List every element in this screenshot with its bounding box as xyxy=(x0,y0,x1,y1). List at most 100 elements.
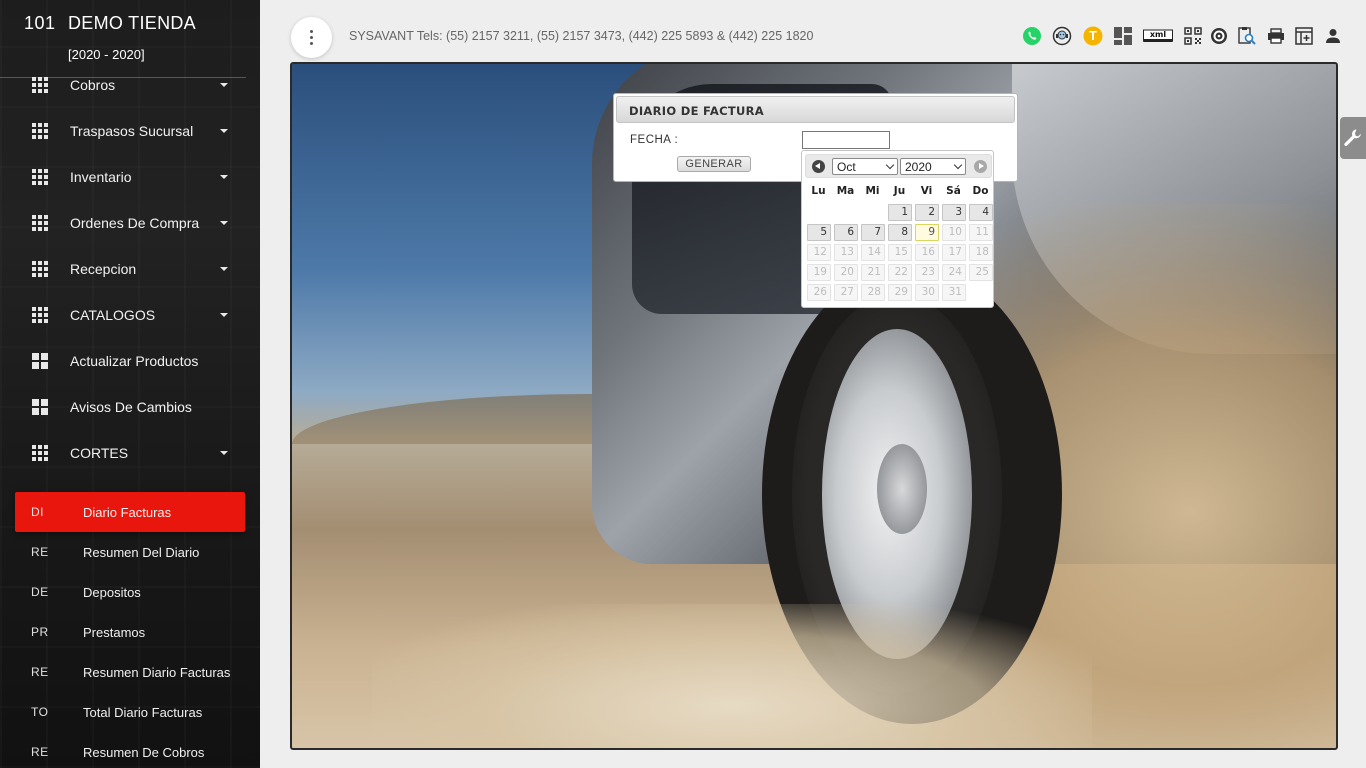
sidebar-item-inventario[interactable]: Inventario xyxy=(0,154,260,200)
month-value: Oct xyxy=(837,160,856,174)
support-agent-icon[interactable] xyxy=(1052,26,1072,46)
month-select[interactable]: Oct xyxy=(832,158,898,175)
calendar-day[interactable]: 6 xyxy=(834,224,858,241)
calendar-day: 13 xyxy=(834,244,858,261)
calendar-day: 29 xyxy=(888,284,912,301)
sidebar-item-cobros[interactable]: Cobros xyxy=(0,62,260,108)
generar-button[interactable]: GENERAR xyxy=(677,156,751,172)
calendar-day[interactable]: 5 xyxy=(807,224,831,241)
calendar-day[interactable]: 4 xyxy=(969,204,993,221)
grid-icon xyxy=(32,261,48,277)
submenu-label: Diario Facturas xyxy=(83,504,172,520)
user-initial-icon[interactable]: T xyxy=(1083,26,1103,46)
calendar-day: 11 xyxy=(969,224,993,241)
year-value: 2020 xyxy=(905,160,932,174)
more-menu-button[interactable] xyxy=(291,17,332,58)
chevron-down-icon xyxy=(885,160,895,170)
account-icon[interactable] xyxy=(1323,26,1343,46)
sidebar-item-label: Recepcion xyxy=(70,261,137,277)
grid-icon xyxy=(32,307,48,323)
calendar-day[interactable]: 1 xyxy=(888,204,912,221)
sidebar-item-label: CORTES xyxy=(70,445,129,461)
grid-icon xyxy=(32,215,48,231)
submenu-label: Resumen Del Diario xyxy=(83,544,200,560)
calendar-day: 16 xyxy=(915,244,939,261)
print-icon[interactable] xyxy=(1266,26,1286,46)
weekday-header: Do xyxy=(972,185,989,197)
xml-label: xml xyxy=(1149,30,1167,39)
calendar-day: 28 xyxy=(861,284,885,301)
calendar-day: 12 xyxy=(807,244,831,261)
target-icon[interactable] xyxy=(1209,26,1229,46)
submenu-item-resumen-diario-facturas[interactable]: RE Resumen Diario Facturas xyxy=(15,652,245,692)
sidebar-item-label: Cobros xyxy=(70,77,116,93)
calendar-day: 10 xyxy=(942,224,966,241)
calendar-day: 25 xyxy=(969,264,993,281)
fecha-input[interactable] xyxy=(802,131,890,149)
next-month-icon[interactable] xyxy=(974,160,987,173)
calendar-day: 15 xyxy=(888,244,912,261)
grid-icon xyxy=(32,445,48,461)
calendar-day[interactable]: 2 xyxy=(915,204,939,221)
submenu-label: Prestamos xyxy=(83,624,146,640)
store-name: DEMO TIENDA xyxy=(68,13,196,33)
calendar-day[interactable]: 8 xyxy=(888,224,912,241)
caret-down-icon xyxy=(220,129,228,133)
chevron-down-icon xyxy=(953,160,963,170)
calendar-day: 26 xyxy=(807,284,831,301)
caret-down-icon xyxy=(220,451,228,455)
submenu-abbr: RE xyxy=(31,745,49,759)
caret-down-icon xyxy=(220,313,228,317)
calendar-day: 19 xyxy=(807,264,831,281)
year-select[interactable]: 2020 xyxy=(900,158,966,175)
qr-code-icon[interactable] xyxy=(1183,26,1203,46)
sidebar-item-avisos-de-cambios[interactable]: Avisos De Cambios xyxy=(0,384,260,430)
prev-month-icon[interactable] xyxy=(812,160,825,173)
submenu-item-resumen-del-diario[interactable]: RE Resumen Del Diario xyxy=(15,532,245,572)
caret-down-icon xyxy=(220,175,228,179)
calendar-day[interactable]: 9 xyxy=(915,224,939,241)
settings-tab[interactable] xyxy=(1340,117,1366,159)
sidebar-item-cortes[interactable]: CORTES xyxy=(0,430,260,476)
submenu-item-prestamos[interactable]: PR Prestamos xyxy=(15,612,245,652)
whatsapp-icon[interactable] xyxy=(1022,26,1042,46)
sidebar: 101 DEMO TIENDA [2020 - 2020] Cobros Tra… xyxy=(0,0,260,768)
sidebar-item-actualizar-productos[interactable]: Actualizar Productos xyxy=(0,338,260,384)
calendar-day: 30 xyxy=(915,284,939,301)
dialog-title: DIARIO DE FACTURA xyxy=(616,96,1015,123)
weekday-header: Sá xyxy=(946,185,961,197)
weekday-header: Vi xyxy=(920,185,933,197)
fiscal-years: [2020 - 2020] xyxy=(68,47,145,62)
add-window-icon[interactable] xyxy=(1294,26,1314,46)
submenu-abbr: RE xyxy=(31,545,49,559)
calendar-day: 17 xyxy=(942,244,966,261)
weekday-header: Mi xyxy=(865,185,880,197)
sidebar-item-recepcion[interactable]: Recepcion xyxy=(0,246,260,292)
submenu-item-total-diario-facturas[interactable]: TO Total Diario Facturas xyxy=(15,692,245,732)
grid-icon xyxy=(32,169,48,185)
weekday-header: Lu xyxy=(811,185,826,197)
submenu-item-depositos[interactable]: DE Depositos xyxy=(15,572,245,612)
user-initial: T xyxy=(1089,28,1097,43)
caret-down-icon xyxy=(220,221,228,225)
calendar-day: 23 xyxy=(915,264,939,281)
grid-icon xyxy=(32,77,48,93)
weekday-header: Ju xyxy=(893,185,906,197)
submenu-abbr: TO xyxy=(31,705,49,719)
calendar-day: 14 xyxy=(861,244,885,261)
report-search-icon[interactable] xyxy=(1237,26,1257,46)
submenu-label: Resumen De Cobros xyxy=(83,744,205,760)
company-info: SYSAVANT Tels: (55) 2157 3211, (55) 2157… xyxy=(349,29,814,43)
sidebar-item-traspasos-sucursal[interactable]: Traspasos Sucursal xyxy=(0,108,260,154)
submenu-item-resumen-de-cobros[interactable]: RE Resumen De Cobros xyxy=(15,732,245,768)
calendar-day[interactable]: 3 xyxy=(942,204,966,221)
sidebar-item-catalogos[interactable]: CATALOGOS xyxy=(0,292,260,338)
dashboard-icon[interactable] xyxy=(1113,26,1133,46)
calendar-day[interactable]: 7 xyxy=(861,224,885,241)
sidebar-item-ordenes-de-compra[interactable]: Ordenes De Compra xyxy=(0,200,260,246)
grid-icon xyxy=(32,123,48,139)
xml-icon[interactable]: xml xyxy=(1143,26,1173,46)
sidebar-item-label: Avisos De Cambios xyxy=(70,399,192,415)
submenu-item-diario-facturas[interactable]: DI Diario Facturas xyxy=(15,492,245,532)
sidebar-item-label: Traspasos Sucursal xyxy=(70,123,194,139)
